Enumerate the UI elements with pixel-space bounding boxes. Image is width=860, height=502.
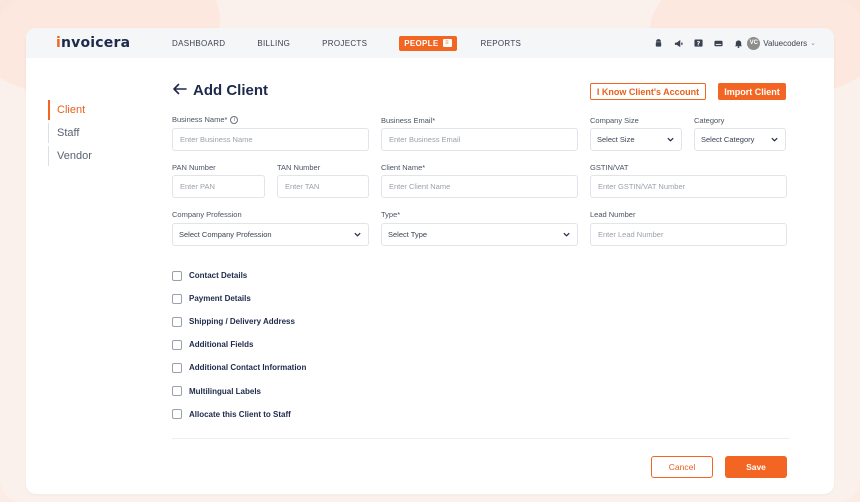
know-client-account-button[interactable]: I Know Client's Account xyxy=(590,83,706,100)
checkbox[interactable] xyxy=(172,293,182,304)
chevron-down-icon xyxy=(354,232,361,237)
app-window: invoicera DASHBOARD BILLING PROJECTS PEO… xyxy=(26,28,834,494)
checkbox[interactable] xyxy=(172,270,182,281)
nav-billing[interactable]: BILLING xyxy=(257,39,290,48)
business-name-label-text: Business Name* xyxy=(172,115,228,124)
checkbox[interactable] xyxy=(172,362,182,373)
divider xyxy=(172,438,790,439)
lead-number-label: Lead Number xyxy=(590,210,636,219)
bell-icon[interactable] xyxy=(733,38,743,48)
checkbox-label: Additional Contact Information xyxy=(189,363,307,373)
user-menu[interactable]: VC Valuecoders ⌄ xyxy=(747,36,816,50)
company-size-label: Company Size xyxy=(590,116,639,125)
section-allocate-staff[interactable]: Allocate this Client to Staff xyxy=(172,403,306,426)
chevron-down-icon xyxy=(667,137,674,142)
business-name-input[interactable]: Enter Business Name xyxy=(172,128,369,151)
section-additional-contact[interactable]: Additional Contact Information xyxy=(172,356,306,379)
sidebar: Client Staff Vendor xyxy=(48,100,92,169)
category-select[interactable]: Select Category xyxy=(694,128,786,151)
client-name-input[interactable]: Enter Client Name xyxy=(381,175,578,198)
save-button[interactable]: Save xyxy=(725,456,787,478)
nav-people[interactable]: PEOPLE ≡ xyxy=(399,35,457,51)
keyboard-icon[interactable] xyxy=(713,38,723,48)
checkbox[interactable] xyxy=(172,316,182,327)
back-arrow-icon[interactable] xyxy=(172,83,187,99)
nav-projects[interactable]: PROJECTS xyxy=(322,39,367,48)
pan-input[interactable]: Enter PAN xyxy=(172,175,265,198)
tan-input[interactable]: Enter TAN xyxy=(277,175,369,198)
sidebar-item-client[interactable]: Client xyxy=(48,100,92,120)
section-shipping-address[interactable]: Shipping / Delivery Address xyxy=(172,310,306,333)
nav-dashboard[interactable]: DASHBOARD xyxy=(172,39,225,48)
lead-number-input[interactable]: Enter Lead Number xyxy=(590,223,787,246)
checkbox[interactable] xyxy=(172,339,182,350)
checkbox-label: Contact Details xyxy=(189,271,248,281)
section-additional-fields[interactable]: Additional Fields xyxy=(172,333,306,356)
business-name-label: Business Name* i xyxy=(172,115,239,124)
info-icon[interactable]: i xyxy=(230,115,239,124)
company-profession-value: Select Company Profession xyxy=(179,230,272,239)
page-title: Add Client xyxy=(193,82,268,99)
pan-label: PAN Number xyxy=(172,163,216,172)
category-value: Select Category xyxy=(701,135,755,144)
checkbox-label: Payment Details xyxy=(189,294,251,304)
chevron-down-icon xyxy=(563,232,570,237)
checkbox[interactable] xyxy=(172,409,182,420)
section-checklist: Contact Details Payment Details Shipping… xyxy=(172,264,306,426)
import-client-button[interactable]: Import Client xyxy=(718,83,786,100)
type-select[interactable]: Select Type xyxy=(381,223,578,246)
company-size-value: Select Size xyxy=(597,135,635,144)
company-profession-label: Company Profession xyxy=(172,210,242,219)
user-name: Valuecoders xyxy=(763,38,808,48)
nav-reports[interactable]: REPORTS xyxy=(481,39,522,48)
nav-links: DASHBOARD BILLING PROJECTS PEOPLE ≡ REPO… xyxy=(172,28,553,58)
checkbox[interactable] xyxy=(172,386,182,397)
checkbox-label: Allocate this Client to Staff xyxy=(189,409,291,419)
business-email-input[interactable]: Enter Business Email xyxy=(381,128,578,151)
category-label: Category xyxy=(694,116,725,125)
business-email-label: Business Email* xyxy=(381,116,436,125)
gstin-input[interactable]: Enter GSTIN/VAT Number xyxy=(590,175,787,198)
cancel-button[interactable]: Cancel xyxy=(651,456,713,478)
type-value: Select Type xyxy=(388,230,428,239)
chevron-down-icon: ⌄ xyxy=(810,40,816,47)
company-profession-select[interactable]: Select Company Profession xyxy=(172,223,369,246)
invoicera-logo[interactable]: invoicera xyxy=(56,35,130,51)
avatar: VC xyxy=(747,36,761,50)
people-menu-icon: ≡ xyxy=(442,39,452,47)
sidebar-item-staff[interactable]: Staff xyxy=(48,123,92,143)
section-multilingual-labels[interactable]: Multilingual Labels xyxy=(172,379,306,402)
top-nav: invoicera DASHBOARD BILLING PROJECTS PEO… xyxy=(26,28,834,58)
sidebar-item-vendor[interactable]: Vendor xyxy=(48,146,92,166)
nav-right: ? VC Valuecoders ⌄ xyxy=(653,28,816,58)
checkbox-label: Additional Fields xyxy=(189,340,254,350)
svg-text:?: ? xyxy=(696,40,700,47)
tan-label: TAN Number xyxy=(277,163,321,172)
gstin-label: GSTIN/VAT xyxy=(590,163,629,172)
nav-people-label: PEOPLE xyxy=(404,38,439,48)
megaphone-icon[interactable] xyxy=(673,38,683,48)
type-label: Type* xyxy=(381,210,401,219)
company-size-select[interactable]: Select Size xyxy=(590,128,682,151)
checkbox-label: Multilingual Labels xyxy=(189,386,262,396)
client-name-label: Client Name* xyxy=(381,163,426,172)
checkbox-label: Shipping / Delivery Address xyxy=(189,317,295,327)
section-contact-details[interactable]: Contact Details xyxy=(172,264,306,287)
title-row: Add Client xyxy=(172,82,268,99)
help-icon[interactable]: ? xyxy=(693,38,703,48)
chevron-down-icon xyxy=(771,137,778,142)
android-icon[interactable] xyxy=(653,38,663,48)
section-payment-details[interactable]: Payment Details xyxy=(172,287,306,310)
